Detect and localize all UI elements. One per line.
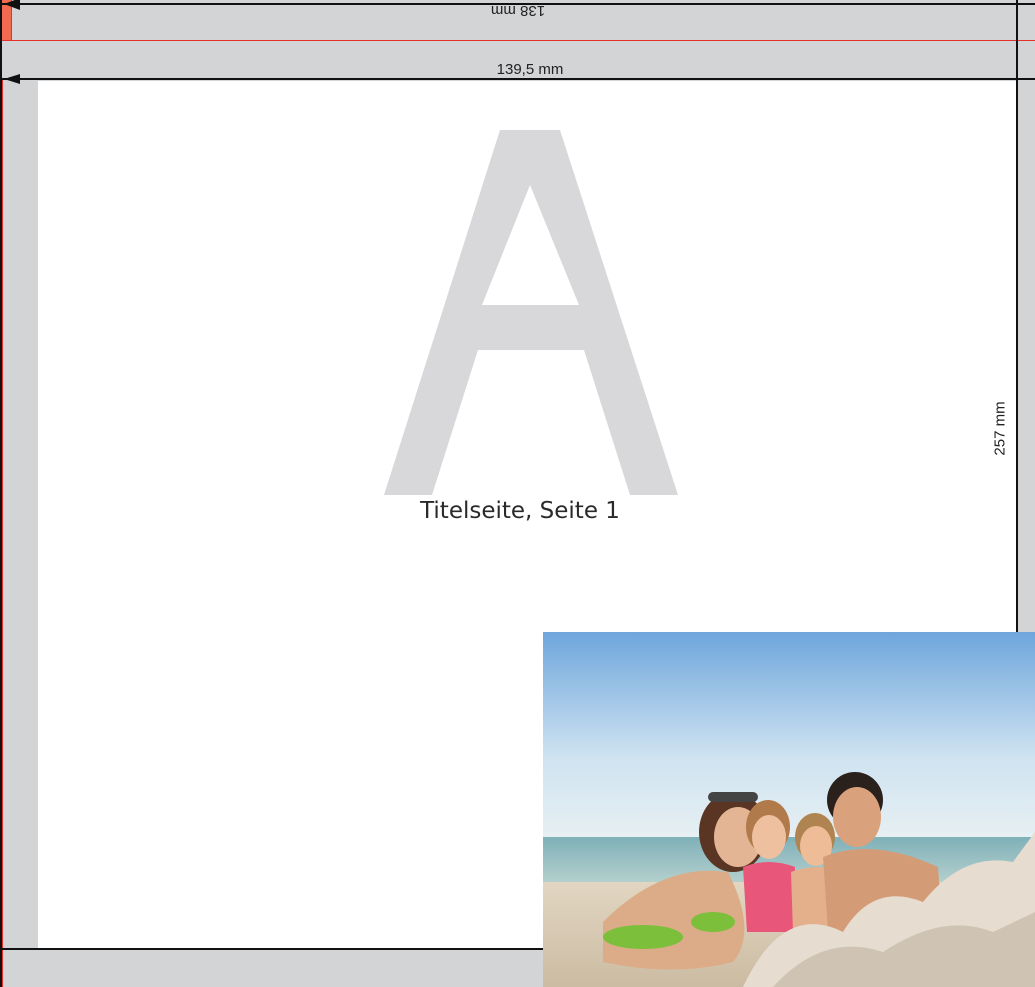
watermark-letter — [384, 130, 678, 495]
dimension-label-width: 139,5 mm — [496, 61, 564, 78]
left-bleed-strip — [0, 81, 38, 950]
arrow-left-icon — [4, 0, 20, 10]
page-label: Titelseite, Seite 1 — [420, 498, 620, 524]
dimension-label-top: 138 mm — [490, 2, 546, 19]
dimension-line-width — [0, 78, 1035, 80]
arrow-left-icon — [4, 74, 20, 84]
red-guide-top — [0, 40, 1035, 41]
cover-photo — [543, 632, 1035, 987]
dimension-label-height: 257 mm — [991, 401, 1009, 456]
trim-line-left — [0, 0, 2, 987]
red-guide-left — [2, 80, 3, 987]
